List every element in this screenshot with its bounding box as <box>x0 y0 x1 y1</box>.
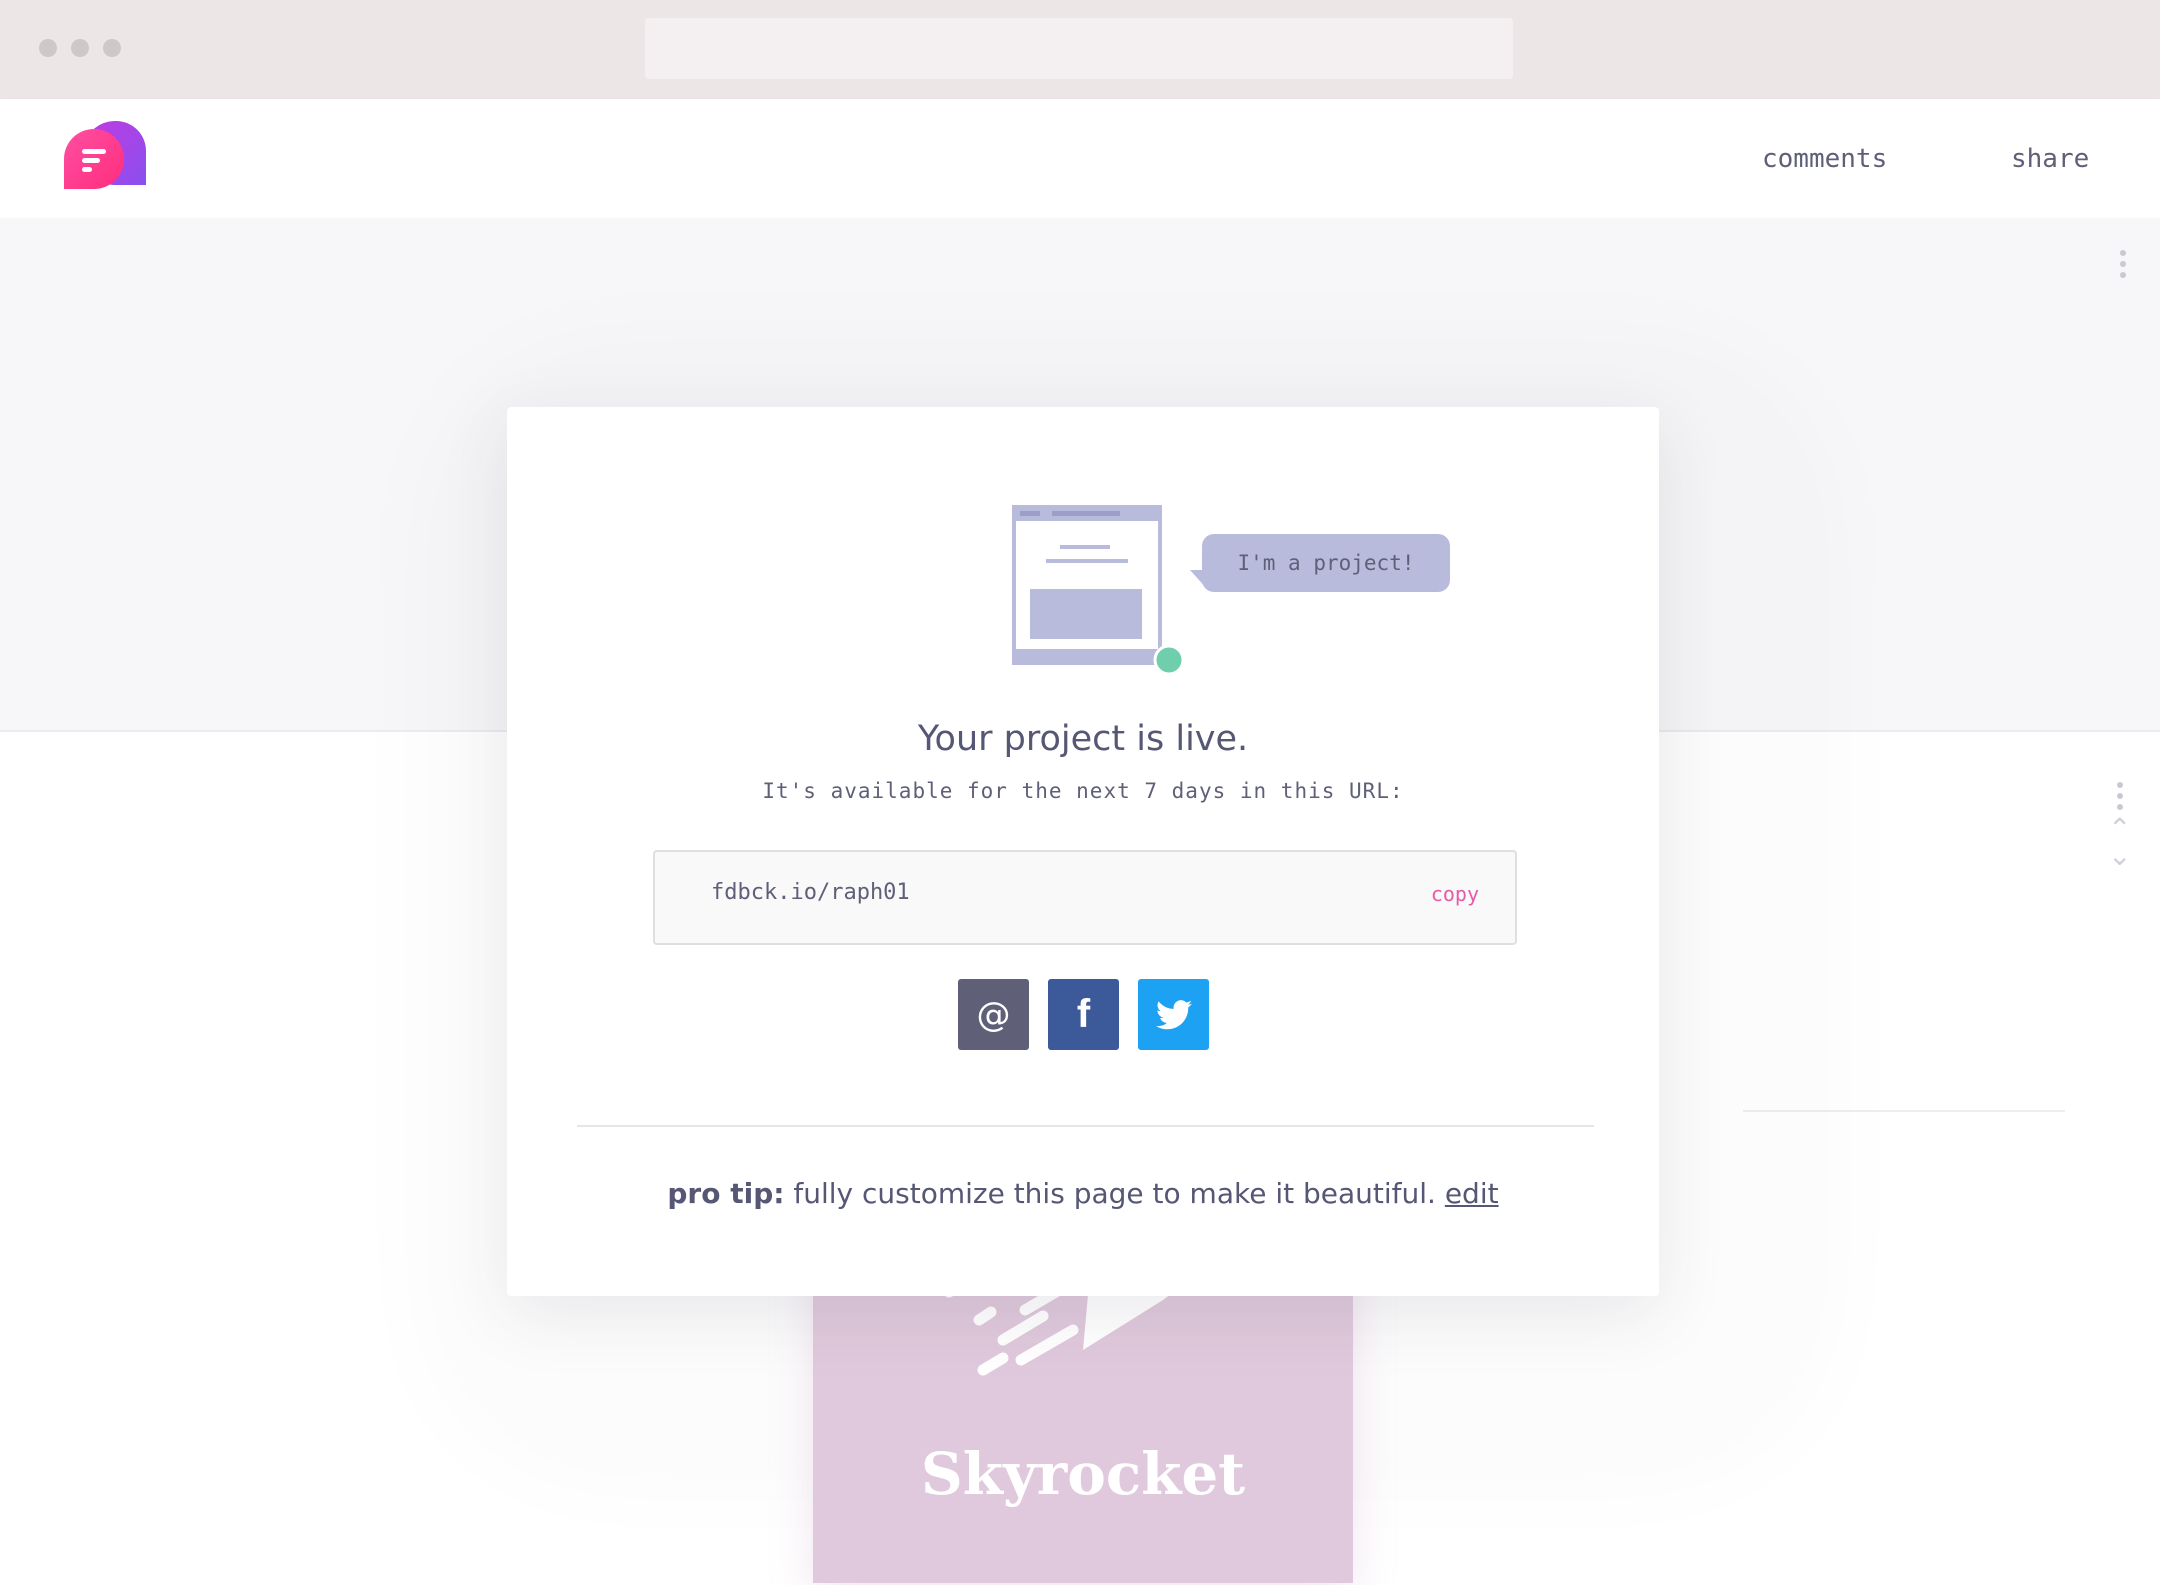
pro-tip: pro tip: fully customize this page to ma… <box>507 1177 1659 1210</box>
facebook-icon: f <box>1076 992 1091 1036</box>
edit-link[interactable]: edit <box>1445 1177 1499 1210</box>
twitter-icon <box>1155 999 1192 1029</box>
window-minimize-dot[interactable] <box>71 39 89 57</box>
copy-url-button[interactable]: copy <box>1431 882 1479 906</box>
address-bar[interactable] <box>645 18 1513 79</box>
share-twitter-button[interactable] <box>1138 979 1209 1050</box>
project-url-field[interactable]: fdbck.io/raph01 copy <box>653 850 1517 945</box>
pro-tip-label: pro tip: <box>667 1177 785 1210</box>
skyrocket-title: Skyrocket <box>920 1440 1246 1508</box>
browser-chrome <box>0 0 2160 99</box>
share-email-button[interactable]: @ <box>958 979 1029 1050</box>
nav-comments[interactable]: comments <box>1762 144 1887 174</box>
speech-bubble: I'm a project! <box>1202 534 1450 592</box>
modal-subline: It's available for the next 7 days in th… <box>762 779 1404 803</box>
pro-tip-text: fully customize this page to make it bea… <box>784 1177 1445 1210</box>
share-modal: I'm a project! Your project is live. It'… <box>507 407 1659 1296</box>
section-menu-icon[interactable] <box>2120 250 2126 283</box>
move-down-icon[interactable]: ⌄ <box>2108 842 2131 870</box>
app-logo-icon[interactable] <box>64 121 146 197</box>
window-close-dot[interactable] <box>39 39 57 57</box>
share-facebook-button[interactable]: f <box>1048 979 1119 1050</box>
nav-share[interactable]: share <box>2011 144 2089 174</box>
project-url-value[interactable]: fdbck.io/raph01 <box>711 880 910 905</box>
project-page-icon <box>1012 505 1185 676</box>
window-maximize-dot[interactable] <box>103 39 121 57</box>
at-icon: @ <box>976 994 1011 1035</box>
modal-headline: Your project is live. <box>917 719 1249 759</box>
section-menu-icon[interactable] <box>2117 782 2123 815</box>
app-header: comments share <box>0 99 2160 218</box>
modal-divider <box>577 1125 1594 1127</box>
